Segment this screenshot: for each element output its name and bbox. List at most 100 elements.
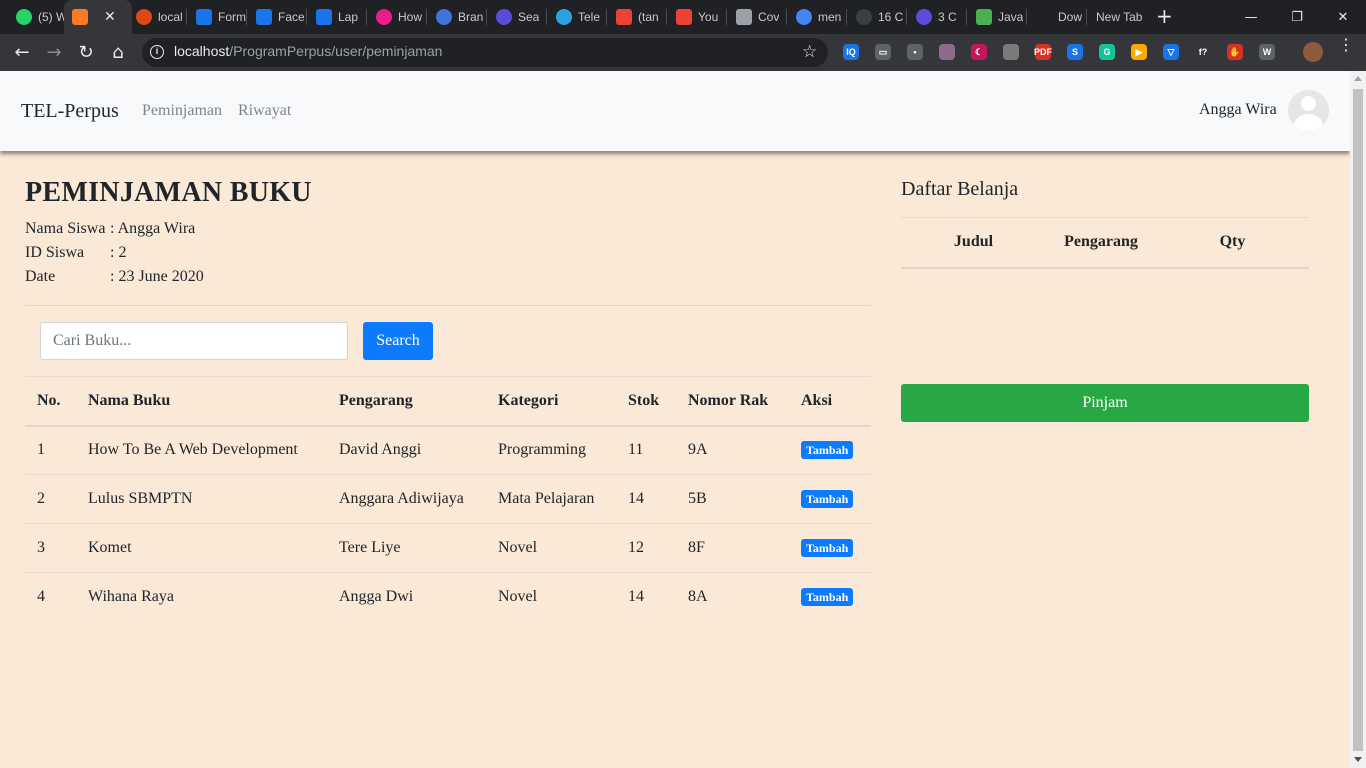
flag-icon xyxy=(196,9,212,25)
cell-nomor-rak: 9A xyxy=(688,425,801,475)
cell-aksi: Tambah xyxy=(801,474,871,524)
stop-ext-icon[interactable]: ✋ xyxy=(1227,44,1243,60)
cart-table: Judul Pengarang Qty xyxy=(901,217,1309,269)
reload-button[interactable]: ↻ xyxy=(73,40,99,66)
home-button[interactable]: ⌂ xyxy=(105,40,131,66)
tab-title: (tan xyxy=(638,10,659,24)
url-path: /ProgramPerpus/user/peminjaman xyxy=(229,43,443,59)
browser-tab[interactable]: Sea xyxy=(488,0,546,34)
user-avatar[interactable] xyxy=(1288,90,1329,131)
cart-col-pengarang: Pengarang xyxy=(1046,217,1156,269)
browser-tab[interactable]: Bran xyxy=(428,0,486,34)
tab-title: Cov xyxy=(758,10,780,24)
browser-tab[interactable]: local xyxy=(128,0,186,34)
table-header-row: No. Nama Buku Pengarang Kategori Stok No… xyxy=(25,376,871,427)
nav-link-riwayat[interactable]: Riwayat xyxy=(238,102,291,120)
cell-pengarang: David Anggi xyxy=(339,425,498,475)
xampp-icon xyxy=(72,9,88,25)
browser-tab[interactable]: (tan xyxy=(608,0,666,34)
w3-icon xyxy=(976,9,992,25)
browser-tab[interactable]: New Tab xyxy=(1088,0,1146,34)
minimize-button[interactable]: — xyxy=(1228,0,1274,34)
tambah-button[interactable]: Tambah xyxy=(801,588,854,607)
browser-tab[interactable]: Face xyxy=(248,0,306,34)
info-label: ID Siswa xyxy=(25,244,85,261)
tambah-button[interactable]: Tambah xyxy=(801,441,854,460)
browser-tab[interactable]: You xyxy=(668,0,726,34)
tab-separator xyxy=(1086,9,1087,25)
tab-separator xyxy=(426,9,427,25)
tab-title: (5) W xyxy=(38,10,66,24)
play-ext-icon[interactable]: ▶ xyxy=(1131,44,1147,60)
search-button[interactable]: Search xyxy=(363,322,433,360)
cell-aksi: Tambah xyxy=(801,523,871,573)
col-header-pengarang: Pengarang xyxy=(339,376,498,427)
moon-ext-icon[interactable]: ☾ xyxy=(971,44,987,60)
font-ext-icon[interactable]: f? xyxy=(1195,44,1211,60)
cart-header-row: Judul Pengarang Qty xyxy=(901,217,1309,269)
col-header-stok: Stok xyxy=(628,376,688,427)
info-nama-siswa: Nama Siswa: Angga Wira xyxy=(25,220,195,238)
tab-title: Bran xyxy=(458,10,484,24)
pdf-ext-icon[interactable]: PDF xyxy=(1034,44,1052,60)
browser-tab[interactable]: Dow xyxy=(1028,0,1086,34)
browser-menu-icon[interactable]: ⋮ xyxy=(1338,37,1354,53)
chat-ext-icon[interactable]: ▭ xyxy=(875,44,891,60)
pinjam-button[interactable]: Pinjam xyxy=(901,384,1309,422)
tab-separator xyxy=(966,9,967,25)
back-button[interactable]: ← xyxy=(9,40,35,66)
scroll-up-arrow[interactable] xyxy=(1354,76,1362,81)
cell-pengarang: Anggara Adiwijaya xyxy=(339,474,498,524)
iq-ext-icon[interactable]: IQ xyxy=(843,44,859,60)
dots-ext-icon[interactable]: • xyxy=(907,44,923,60)
tab-separator xyxy=(846,9,847,25)
cell-kategori: Mata Pelajaran xyxy=(498,474,628,524)
search-icon xyxy=(496,9,512,25)
tab-title: 16 C xyxy=(878,10,904,24)
restore-button[interactable]: ❐ xyxy=(1274,0,1320,34)
flag-icon xyxy=(256,9,272,25)
browser-tab[interactable]: Form xyxy=(188,0,246,34)
bulb-ext-icon[interactable] xyxy=(1003,44,1019,60)
cell-stok: 14 xyxy=(628,474,688,524)
cell-no: 1 xyxy=(25,425,88,475)
navbar-brand[interactable]: TEL-Perpus xyxy=(21,100,119,123)
wordpress-ext-icon[interactable]: W xyxy=(1259,44,1275,60)
browser-tab[interactable]: Lap xyxy=(308,0,366,34)
new-tab-button[interactable]: + xyxy=(1156,6,1174,26)
tab-title: Dow xyxy=(1058,10,1083,24)
tambah-button[interactable]: Tambah xyxy=(801,539,854,557)
whatsapp-icon xyxy=(16,9,32,25)
s-ext-icon[interactable]: S xyxy=(1067,44,1083,60)
table-row: 1 How To Be A Web Development David Anggi P… xyxy=(25,425,871,475)
browser-tab[interactable]: Java xyxy=(968,0,1026,34)
tab-separator xyxy=(486,9,487,25)
page-scrollbar[interactable] xyxy=(1350,71,1366,768)
nav-link-peminjaman[interactable]: Peminjaman xyxy=(142,102,222,120)
forward-button[interactable]: → xyxy=(41,40,67,66)
browser-tab[interactable]: How xyxy=(368,0,426,34)
browser-tab[interactable]: 16 C xyxy=(848,0,906,34)
browser-tab[interactable]: 3 C xyxy=(908,0,966,34)
site-info-icon[interactable]: i xyxy=(150,45,164,59)
address-url[interactable]: localhost/ProgramPerpus/user/peminjaman xyxy=(174,43,442,59)
browser-tab[interactable] xyxy=(64,0,132,34)
close-window-button[interactable]: ✕ xyxy=(1320,0,1366,34)
bookmark-star-icon[interactable]: ☆ xyxy=(802,42,817,62)
browser-tab[interactable]: men xyxy=(788,0,846,34)
scroll-down-arrow[interactable] xyxy=(1354,757,1362,762)
circle-ext-icon[interactable] xyxy=(939,44,955,60)
search-input[interactable] xyxy=(40,322,348,360)
save-ext-icon[interactable]: ▽ xyxy=(1163,44,1179,60)
info-value: : 2 xyxy=(110,244,127,261)
scroll-thumb[interactable] xyxy=(1353,89,1363,751)
grammarly-icon[interactable]: G xyxy=(1099,44,1115,60)
browser-tab[interactable]: Cov xyxy=(728,0,786,34)
close-tab-icon[interactable]: ✕ xyxy=(104,9,116,26)
tambah-button[interactable]: Tambah xyxy=(801,490,854,508)
browser-tab[interactable]: (5) W xyxy=(8,0,66,34)
browser-tab[interactable]: Tele xyxy=(548,0,606,34)
docs-icon xyxy=(736,9,752,25)
tab-separator xyxy=(726,9,727,25)
profile-ext-icon[interactable] xyxy=(1303,42,1323,62)
